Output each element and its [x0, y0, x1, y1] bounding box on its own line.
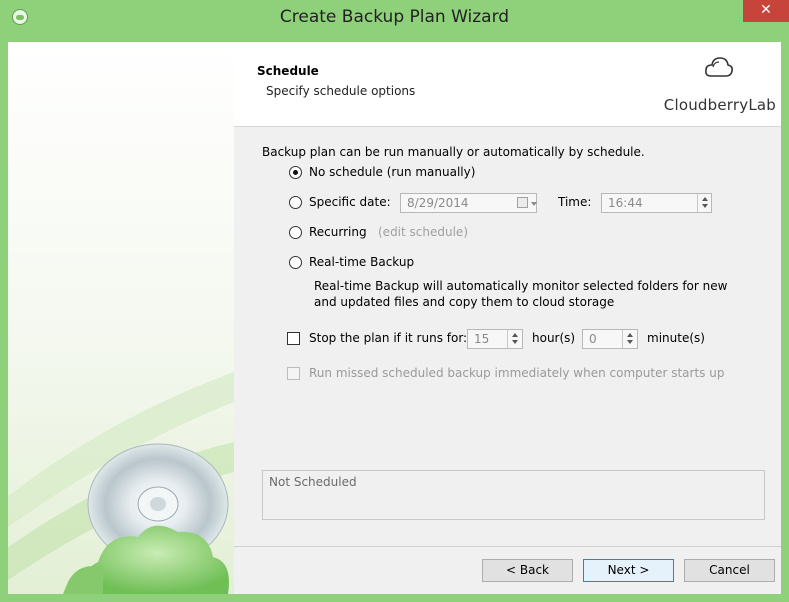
- edit-schedule-link[interactable]: (edit schedule): [378, 225, 468, 239]
- specific-date-label[interactable]: Specific date:: [309, 195, 391, 209]
- cd-cloud-illustration: [8, 372, 234, 594]
- specific-date-radio[interactable]: [289, 196, 302, 209]
- spin-up-icon[interactable]: [627, 333, 633, 337]
- time-value: 16:44: [608, 196, 643, 210]
- minutes-spinner[interactable]: [622, 330, 637, 348]
- stop-plan-checkbox[interactable]: [287, 332, 300, 345]
- realtime-backup-radio[interactable]: [289, 256, 302, 269]
- window-title: Create Backup Plan Wizard: [279, 7, 510, 27]
- spin-up-icon[interactable]: [512, 333, 518, 337]
- intro-text: Backup plan can be run manually or autom…: [262, 145, 645, 159]
- recurring-radio[interactable]: [289, 226, 302, 239]
- back-button[interactable]: < Back: [482, 559, 573, 582]
- wizard-window: Create Backup Plan Wizard ✕ Schedule Spe…: [0, 0, 789, 602]
- cloudberry-logo-icon: [705, 57, 733, 77]
- chevron-down-icon[interactable]: [531, 202, 537, 206]
- run-missed-label[interactable]: Run missed scheduled backup immediately …: [309, 366, 724, 380]
- schedule-status-box: Not Scheduled: [262, 470, 765, 520]
- realtime-backup-label[interactable]: Real-time Backup: [309, 255, 414, 269]
- spin-down-icon[interactable]: [702, 204, 708, 208]
- brand-logo-text: CloudberryLab: [663, 96, 776, 114]
- next-button[interactable]: Next >: [583, 559, 674, 582]
- schedule-status-text: Not Scheduled: [269, 475, 357, 489]
- cancel-button[interactable]: Cancel: [684, 559, 775, 582]
- realtime-description-line1: Real-time Backup will automatically moni…: [314, 279, 728, 293]
- no-schedule-radio[interactable]: [289, 166, 302, 179]
- minutes-stepper[interactable]: 0: [582, 329, 638, 349]
- spin-down-icon[interactable]: [512, 340, 518, 344]
- recurring-label[interactable]: Recurring: [309, 225, 367, 239]
- close-button[interactable]: ✕: [743, 0, 789, 22]
- spin-down-icon[interactable]: [627, 340, 633, 344]
- time-label: Time:: [558, 195, 592, 209]
- time-field[interactable]: 16:44: [601, 193, 712, 213]
- page-title: Schedule: [257, 64, 319, 78]
- hours-value: 15: [474, 332, 490, 346]
- wizard-side-graphic: [8, 42, 234, 594]
- spin-up-icon[interactable]: [702, 197, 708, 201]
- date-picker[interactable]: 8/29/2014: [400, 193, 537, 213]
- minutes-value: 0: [589, 332, 597, 346]
- date-value: 8/29/2014: [407, 196, 469, 210]
- wizard-header: Schedule Specify schedule options Cloudb…: [234, 42, 781, 127]
- footer-divider: [234, 546, 781, 547]
- no-schedule-label[interactable]: No schedule (run manually): [309, 165, 475, 179]
- calendar-icon[interactable]: [517, 197, 528, 208]
- hours-unit-label: hour(s): [532, 331, 576, 345]
- title-bar[interactable]: Create Backup Plan Wizard ✕: [0, 0, 789, 34]
- run-missed-checkbox[interactable]: [287, 367, 300, 380]
- stop-plan-label[interactable]: Stop the plan if it runs for:: [309, 331, 467, 345]
- minutes-unit-label: minute(s): [647, 331, 705, 345]
- hours-stepper[interactable]: 15: [467, 329, 523, 349]
- time-spinner[interactable]: [697, 194, 712, 212]
- hours-spinner[interactable]: [507, 330, 522, 348]
- realtime-description-line2: and updated files and copy them to cloud…: [314, 295, 615, 309]
- page-subtitle: Specify schedule options: [266, 84, 416, 98]
- wizard-content: Schedule Specify schedule options Cloudb…: [234, 42, 781, 594]
